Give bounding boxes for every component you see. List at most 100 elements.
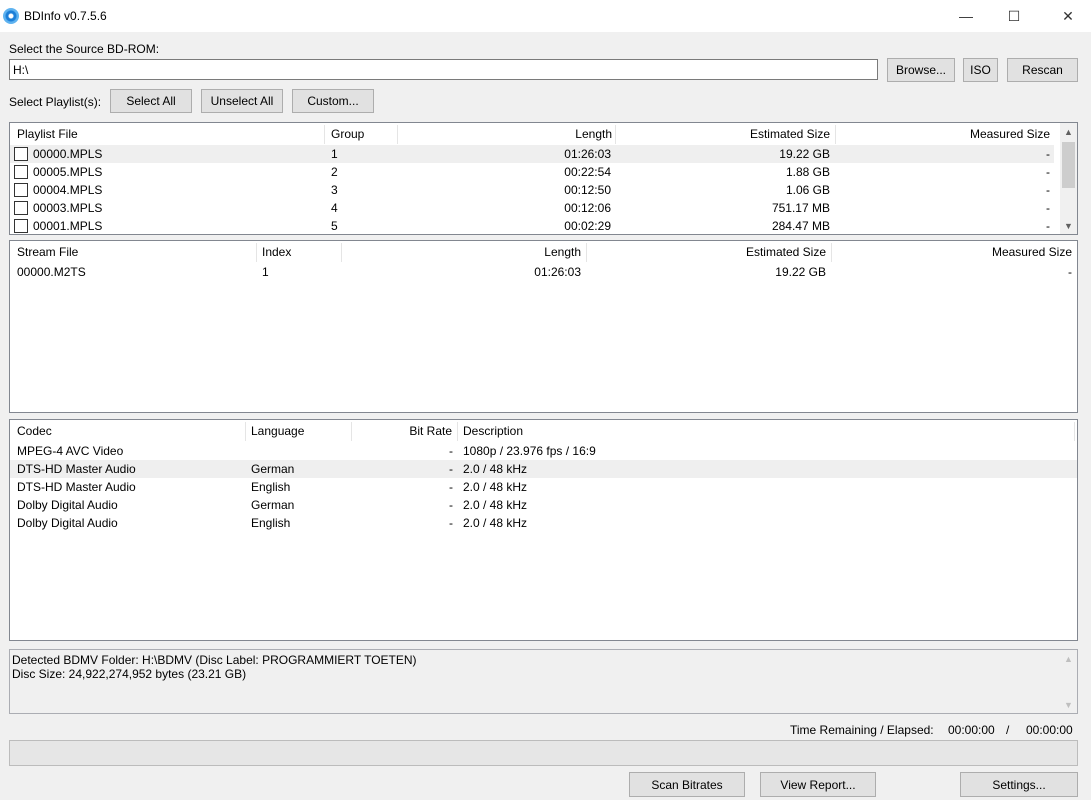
playlist-measured-size: - bbox=[1046, 201, 1050, 215]
playlist-estimated-size: 284.47 MB bbox=[771, 219, 830, 233]
settings-button[interactable]: Settings... bbox=[960, 772, 1078, 797]
codec-name: Dolby Digital Audio bbox=[17, 498, 118, 512]
chevron-up-icon[interactable]: ▲ bbox=[1060, 123, 1077, 140]
playlist-group: 1 bbox=[331, 147, 338, 161]
column-header-length[interactable]: Length bbox=[344, 241, 581, 263]
playlist-checkbox[interactable] bbox=[14, 201, 28, 215]
codec-name: DTS-HD Master Audio bbox=[17, 480, 136, 494]
codec-row[interactable]: Dolby Digital Audio German - 2.0 / 48 kH… bbox=[10, 496, 1077, 514]
playlist-file: 00004.MPLS bbox=[33, 183, 103, 197]
bluray-disc-icon bbox=[3, 8, 19, 24]
select-playlists-label: Select Playlist(s): bbox=[9, 95, 102, 109]
scan-bitrates-button[interactable]: Scan Bitrates bbox=[629, 772, 745, 797]
stream-index: 1 bbox=[262, 265, 269, 279]
stream-file: 00000.M2TS bbox=[17, 265, 86, 279]
playlist-table[interactable]: Playlist File Group Length Estimated Siz… bbox=[9, 122, 1078, 235]
codec-bit-rate: - bbox=[449, 480, 453, 494]
codec-bit-rate: - bbox=[449, 498, 453, 512]
codec-row[interactable]: MPEG-4 AVC Video - 1080p / 23.976 fps / … bbox=[10, 442, 1077, 460]
codec-description: 2.0 / 48 kHz bbox=[463, 462, 528, 476]
playlist-checkbox[interactable] bbox=[14, 219, 28, 233]
chevron-down-icon[interactable]: ▼ bbox=[1060, 696, 1077, 713]
rescan-button[interactable]: Rescan bbox=[1007, 58, 1078, 82]
playlist-checkbox[interactable] bbox=[14, 147, 28, 161]
playlist-file: 00000.MPLS bbox=[33, 147, 103, 161]
playlist-measured-size: - bbox=[1046, 219, 1050, 233]
browse-button[interactable]: Browse... bbox=[887, 58, 955, 82]
codec-row[interactable]: DTS-HD Master Audio English - 2.0 / 48 k… bbox=[10, 478, 1077, 496]
stream-length: 01:26:03 bbox=[534, 265, 581, 279]
playlist-row[interactable]: 00000.MPLS 1 01:26:03 19.22 GB - bbox=[10, 145, 1054, 163]
column-header-playlist-file[interactable]: Playlist File bbox=[17, 123, 78, 145]
codec-name: MPEG-4 AVC Video bbox=[17, 444, 124, 458]
playlist-row[interactable]: 00003.MPLS 4 00:12:06 751.17 MB - bbox=[10, 199, 1054, 217]
codec-description: 1080p / 23.976 fps / 16:9 bbox=[463, 444, 596, 458]
codec-row[interactable]: Dolby Digital Audio English - 2.0 / 48 k… bbox=[10, 514, 1077, 532]
log-line: Detected BDMV Folder: H:\BDMV (Disc Labe… bbox=[12, 653, 417, 667]
view-report-button[interactable]: View Report... bbox=[760, 772, 876, 797]
log-textbox[interactable]: Detected BDMV Folder: H:\BDMV (Disc Labe… bbox=[9, 649, 1078, 714]
playlist-estimated-size: 19.22 GB bbox=[779, 147, 830, 161]
column-header-description[interactable]: Description bbox=[463, 420, 523, 442]
select-all-button[interactable]: Select All bbox=[110, 89, 192, 113]
playlist-file: 00005.MPLS bbox=[33, 165, 103, 179]
playlist-row[interactable]: 00005.MPLS 2 00:22:54 1.88 GB - bbox=[10, 163, 1054, 181]
stream-table[interactable]: Stream File Index Length Estimated Size … bbox=[9, 240, 1078, 413]
source-path-input[interactable] bbox=[9, 59, 878, 80]
maximize-icon: ☐ bbox=[1007, 7, 1021, 24]
scan-progress-bar bbox=[9, 740, 1078, 766]
custom-button[interactable]: Custom... bbox=[292, 89, 374, 113]
codec-table[interactable]: Codec Language Bit Rate Description MPEG… bbox=[9, 419, 1078, 641]
codec-language: English bbox=[251, 480, 291, 494]
time-remaining-value: 00:00:00 bbox=[948, 723, 995, 737]
codec-row[interactable]: DTS-HD Master Audio German - 2.0 / 48 kH… bbox=[10, 460, 1077, 478]
playlist-length: 01:26:03 bbox=[564, 147, 611, 161]
codec-language: German bbox=[251, 462, 295, 476]
column-header-stream-file[interactable]: Stream File bbox=[17, 241, 78, 263]
close-icon: ✕ bbox=[1062, 7, 1074, 24]
source-label: Select the Source BD-ROM: bbox=[9, 42, 160, 56]
chevron-down-icon[interactable]: ▼ bbox=[1060, 217, 1077, 234]
maximize-button[interactable]: ☐ bbox=[991, 0, 1037, 32]
codec-description: 2.0 / 48 kHz bbox=[463, 498, 528, 512]
codec-bit-rate: - bbox=[449, 462, 453, 476]
column-header-measured-size[interactable]: Measured Size bbox=[838, 123, 1050, 145]
playlist-row[interactable]: 00004.MPLS 3 00:12:50 1.06 GB - bbox=[10, 181, 1054, 199]
column-header-index[interactable]: Index bbox=[262, 241, 291, 263]
chevron-up-icon[interactable]: ▲ bbox=[1060, 650, 1077, 667]
column-header-estimated-size[interactable]: Estimated Size bbox=[618, 123, 830, 145]
playlist-group: 3 bbox=[331, 183, 338, 197]
playlist-checkbox[interactable] bbox=[14, 165, 28, 179]
playlist-estimated-size: 1.06 GB bbox=[785, 183, 830, 197]
time-elapsed-value: 00:00:00 bbox=[1026, 723, 1073, 737]
playlist-group: 2 bbox=[331, 165, 338, 179]
column-header-group[interactable]: Group bbox=[331, 123, 364, 145]
column-header-measured-size[interactable]: Measured Size bbox=[834, 241, 1072, 263]
codec-name: Dolby Digital Audio bbox=[17, 516, 118, 530]
column-header-language[interactable]: Language bbox=[251, 420, 304, 442]
playlist-measured-size: - bbox=[1046, 183, 1050, 197]
time-separator: / bbox=[1006, 723, 1010, 737]
stream-estimated-size: 19.22 GB bbox=[775, 265, 826, 279]
scrollbar-thumb[interactable] bbox=[1062, 142, 1075, 188]
column-header-bit-rate[interactable]: Bit Rate bbox=[354, 420, 452, 442]
log-scrollbar[interactable]: ▲ ▼ bbox=[1060, 650, 1077, 713]
playlist-scrollbar[interactable]: ▲ ▼ bbox=[1060, 123, 1077, 234]
column-header-length[interactable]: Length bbox=[400, 123, 612, 145]
close-button[interactable]: ✕ bbox=[1045, 0, 1091, 32]
column-header-codec[interactable]: Codec bbox=[17, 420, 52, 442]
playlist-file: 00003.MPLS bbox=[33, 201, 103, 215]
unselect-all-button[interactable]: Unselect All bbox=[201, 89, 283, 113]
playlist-file: 00001.MPLS bbox=[33, 219, 103, 233]
codec-language: German bbox=[251, 498, 295, 512]
window-title: BDInfo v0.7.5.6 bbox=[24, 9, 107, 23]
codec-description: 2.0 / 48 kHz bbox=[463, 516, 528, 530]
column-header-estimated-size[interactable]: Estimated Size bbox=[589, 241, 826, 263]
minimize-button[interactable]: — bbox=[943, 0, 989, 32]
playlist-checkbox[interactable] bbox=[14, 183, 28, 197]
codec-bit-rate: - bbox=[449, 516, 453, 530]
playlist-group: 4 bbox=[331, 201, 338, 215]
playlist-row[interactable]: 00001.MPLS 5 00:02:29 284.47 MB - bbox=[10, 217, 1054, 234]
iso-button[interactable]: ISO bbox=[963, 58, 998, 82]
stream-row[interactable]: 00000.M2TS 1 01:26:03 19.22 GB - bbox=[10, 263, 1077, 281]
